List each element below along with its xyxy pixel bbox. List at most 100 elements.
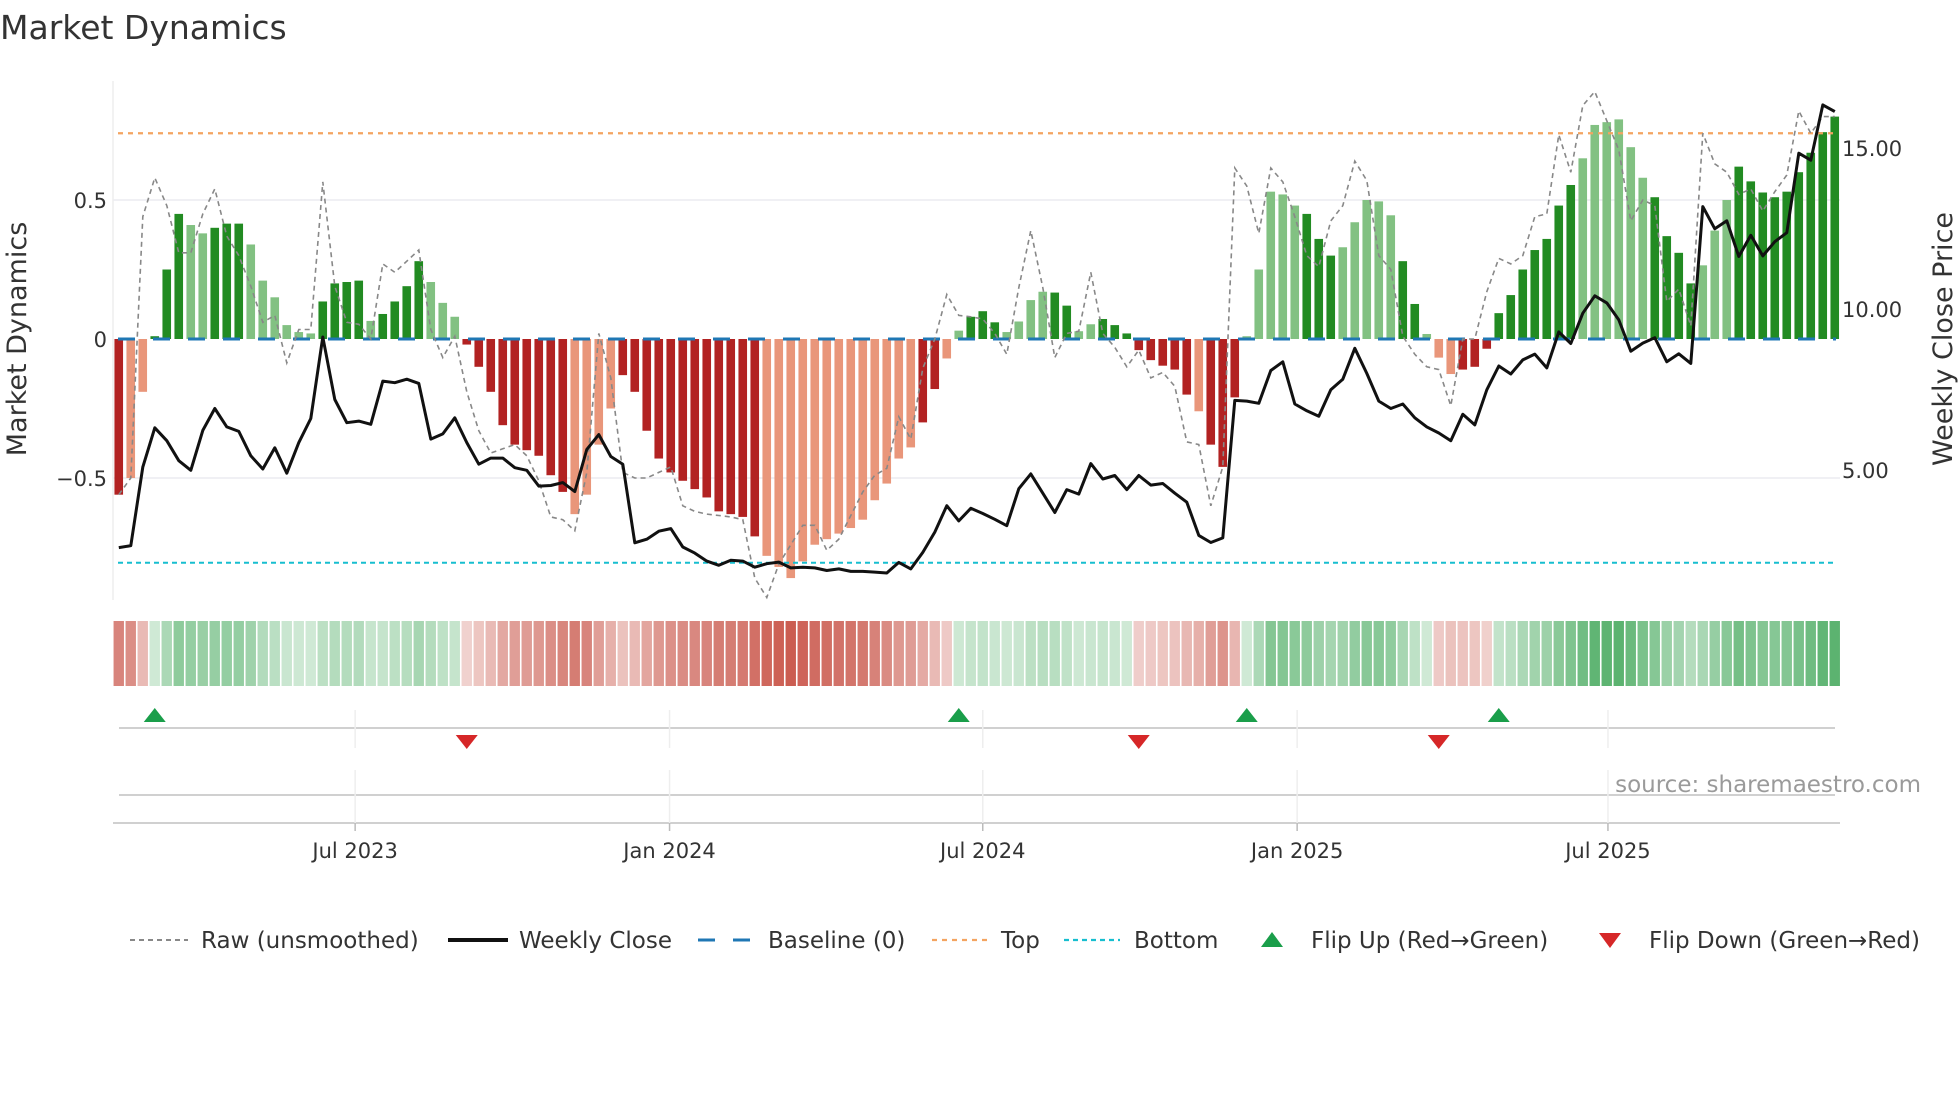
heat-cell [1589, 621, 1600, 686]
histogram-bar [558, 339, 568, 492]
histogram-bar [414, 261, 424, 339]
heat-cell [1481, 621, 1492, 686]
histogram-bar [1458, 339, 1468, 370]
x-tick-label: Jul 2024 [938, 839, 1025, 863]
heat-cell [317, 621, 328, 686]
heat-cell [689, 621, 700, 686]
heat-cell [1073, 621, 1084, 686]
heat-cell [1217, 621, 1228, 686]
y2-tick-label: 15.00 [1842, 137, 1902, 161]
histogram-bar [486, 339, 496, 392]
histogram-bar [1794, 172, 1804, 339]
histogram-bar [654, 339, 664, 459]
heat-cell [1493, 621, 1504, 686]
legend-label-close: Weekly Close [519, 928, 672, 954]
histogram-bar [1194, 339, 1204, 412]
histogram-bar [1302, 213, 1312, 339]
histogram-bar [498, 339, 508, 426]
histogram-bar [642, 339, 652, 431]
source-watermark: source: sharemaestro.com [1615, 772, 1921, 798]
heat-strip [113, 621, 1840, 686]
heat-cell [1781, 621, 1792, 686]
histogram-bar [198, 233, 208, 339]
heat-cell [533, 621, 544, 686]
histogram-bar [750, 339, 760, 537]
heat-cell [989, 621, 1000, 686]
heat-cell [1649, 621, 1660, 686]
histogram-bar [114, 339, 124, 495]
histogram-bar [1350, 222, 1360, 339]
histogram-bar [1470, 339, 1480, 367]
legend-label-baseline: Baseline (0) [768, 928, 905, 954]
heat-cell [713, 621, 724, 686]
histogram-bar [1506, 295, 1516, 339]
heat-cell [1085, 621, 1096, 686]
heat-cell [197, 621, 208, 686]
histogram-bar [690, 339, 700, 490]
histogram-bar [666, 339, 676, 473]
heat-cell [941, 621, 952, 686]
heat-cell [233, 621, 244, 686]
flip-up-marker [1487, 708, 1510, 722]
histogram-bar [882, 339, 892, 484]
left-axis-label: Market Dynamics [2, 222, 33, 457]
heat-cell [545, 621, 556, 686]
heat-cell [1121, 621, 1132, 686]
heat-cell [1733, 621, 1744, 686]
legend: Raw (unsmoothed) Weekly Close Baseline (0)… [130, 928, 1920, 954]
heat-cell [305, 621, 316, 686]
histogram-bar [1698, 265, 1708, 339]
heat-cell [785, 621, 796, 686]
heat-cell [845, 621, 856, 686]
histogram-bar [942, 339, 952, 359]
heat-cell [893, 621, 904, 686]
histogram-bar [582, 339, 592, 495]
heat-cell [1145, 621, 1156, 686]
histogram-bar [342, 282, 352, 339]
heat-cell [1049, 621, 1060, 686]
histogram-bar [1650, 197, 1660, 339]
histogram-bar [1746, 181, 1756, 339]
legend-label-flip-up: Flip Up (Red→Green) [1311, 928, 1548, 954]
flip-up-marker [143, 708, 166, 722]
heat-cell [413, 621, 424, 686]
histogram-bar [966, 316, 976, 339]
heat-cell [1169, 621, 1180, 686]
heat-cell [605, 621, 616, 686]
heat-cell [905, 621, 916, 686]
heat-cell [725, 621, 736, 686]
histogram-bar [810, 339, 820, 545]
histogram-bar [1566, 184, 1576, 339]
histogram-bar [846, 339, 856, 529]
heat-cell [1289, 621, 1300, 686]
histogram-bar [318, 301, 328, 339]
histogram-bar [522, 339, 532, 451]
histogram-bar [1818, 132, 1828, 339]
histogram-bar [1770, 197, 1780, 339]
raw-line [118, 90, 1835, 600]
histogram-bar [1014, 321, 1024, 339]
histogram-bar [330, 283, 340, 339]
heat-cell [461, 621, 472, 686]
heat-cell [761, 621, 772, 686]
histogram-bar [1710, 230, 1720, 339]
histogram-bar [162, 269, 172, 339]
histogram-bar [234, 223, 244, 339]
heat-cell [1553, 621, 1564, 686]
heat-cell [1793, 621, 1804, 686]
heat-cell [269, 621, 280, 686]
heat-cell [161, 621, 172, 686]
heat-cell [1637, 621, 1648, 686]
histogram-bar [1206, 339, 1216, 445]
heat-cell [557, 621, 568, 686]
histogram-bar [918, 339, 928, 423]
histogram-bar [894, 339, 904, 459]
heat-cell [1097, 621, 1108, 686]
heat-cell [497, 621, 508, 686]
heat-cell [665, 621, 676, 686]
histogram-bar [1590, 124, 1600, 339]
flip-up-marker [947, 708, 970, 722]
heat-cell [1265, 621, 1276, 686]
histogram-bar [1218, 339, 1228, 467]
heat-cell [401, 621, 412, 686]
